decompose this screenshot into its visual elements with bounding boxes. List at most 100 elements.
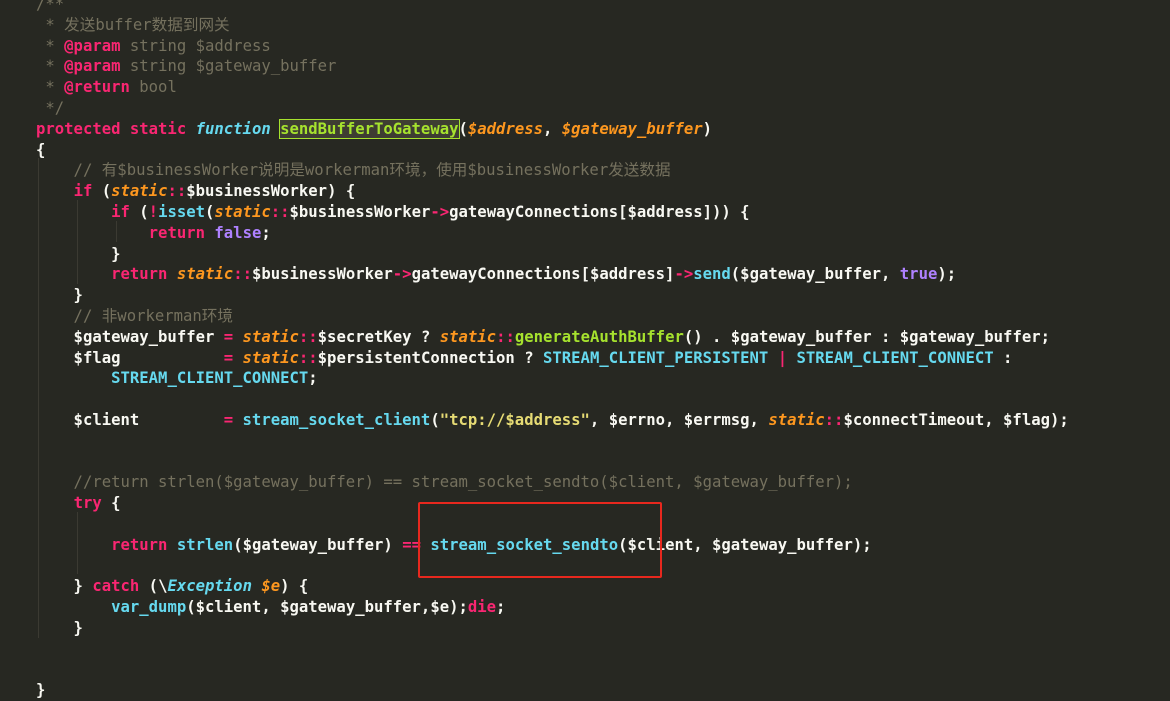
code-line: // 非workerman环境 — [36, 306, 233, 327]
code-token: die — [467, 598, 497, 617]
code-token: @param — [64, 57, 121, 76]
code-token: protected static — [36, 119, 196, 138]
code-token: $address — [467, 119, 543, 138]
code-token: catch — [92, 577, 140, 596]
code-token: ( — [430, 411, 440, 429]
code-line: */ — [36, 98, 64, 119]
code-token: $flag — [36, 348, 224, 367]
code-token: false — [214, 223, 262, 242]
code-token: :: — [298, 348, 318, 367]
code-token: ($client, $gateway_buffer,$e); — [186, 598, 468, 617]
code-token: ) { — [280, 577, 309, 596]
code-token: * 发送buffer数据到网关 — [36, 15, 230, 34]
code-token: } — [36, 286, 83, 305]
code-token: return — [111, 535, 168, 554]
code-token: STREAM_CLIENT_CONNECT — [796, 348, 994, 367]
code-token: , — [543, 119, 562, 138]
code-token: (\ — [139, 577, 168, 596]
code-token: static — [214, 203, 271, 221]
code-token: static — [768, 411, 825, 429]
code-token: @param — [64, 36, 121, 55]
code-token: @return — [64, 78, 130, 97]
code-token: } — [36, 577, 93, 596]
code-line: } catch (\Exception $e) { — [36, 576, 309, 597]
code-token: ) — [702, 119, 712, 138]
code-token: :: — [824, 411, 844, 429]
code-token: isset — [158, 203, 206, 221]
code-token: $businessWorker — [289, 203, 431, 221]
code-line: } — [36, 618, 83, 639]
code-token: "tcp://$address" — [439, 411, 590, 429]
code-token: ( — [205, 203, 215, 221]
code-line: var_dump($client, $gateway_buffer,$e);di… — [36, 597, 505, 618]
code-token: try — [73, 494, 102, 513]
code-token: var_dump — [111, 598, 187, 617]
code-token: gatewayConnections[$address])) { — [449, 203, 750, 221]
code-token: function — [195, 119, 271, 138]
code-editor[interactable]: /** * 发送buffer数据到网关 * @param string $add… — [0, 0, 1170, 699]
code-token: true — [899, 265, 938, 284]
code-token: ( — [92, 182, 112, 201]
code-token: ; — [496, 598, 506, 617]
code-line: * 发送buffer数据到网关 — [36, 15, 230, 36]
code-token: $secretKey ? — [317, 327, 440, 346]
code-token: static — [439, 327, 497, 346]
code-token: send — [693, 265, 731, 284]
code-token: $businessWorker) { — [186, 182, 356, 201]
code-token: string $address — [120, 36, 271, 55]
code-token: Exception — [167, 577, 252, 596]
code-line: } — [36, 680, 45, 701]
code-line: { — [36, 140, 45, 161]
code-token: { — [101, 494, 121, 513]
code-token: stream_socket_client — [242, 411, 431, 429]
code-token: ($gateway_buffer, — [730, 265, 900, 284]
code-token: static — [242, 348, 299, 367]
code-token: :: — [233, 265, 252, 284]
code-token: () . $gateway_buffer : $gateway_buffer; — [683, 327, 1051, 346]
code-token: = — [223, 327, 234, 346]
code-line: if (static::$businessWorker) { — [36, 181, 356, 202]
code-token: = — [223, 411, 234, 429]
code-line: protected static function sendBufferToGa… — [36, 118, 712, 140]
code-token: : — [993, 348, 1013, 367]
red-highlight-annotation — [418, 502, 662, 578]
code-token: return — [111, 265, 168, 284]
code-token: } — [36, 681, 46, 700]
code-token: :: — [298, 327, 318, 346]
code-token: return — [148, 223, 206, 242]
code-token: ); — [937, 265, 957, 284]
code-token: ; — [261, 223, 271, 242]
code-token: * — [36, 36, 65, 55]
code-token: ( — [129, 203, 149, 221]
code-token: $connectTimeout, $flag); — [843, 411, 1069, 429]
code-token: = — [223, 348, 234, 367]
code-line: try { — [36, 493, 121, 514]
code-line: //return strlen($gateway_buffer) == stre… — [36, 472, 853, 493]
code-token: | — [777, 348, 788, 367]
code-token: $gateway_buffer — [36, 327, 224, 346]
code-token: $e — [261, 577, 281, 596]
code-token: ; — [308, 369, 318, 388]
code-line: * @param string $gateway_buffer — [36, 56, 336, 77]
code-token: string $gateway_buffer — [120, 57, 337, 76]
code-line: * @return bool — [36, 77, 177, 98]
code-token: :: — [270, 203, 290, 221]
code-token: * — [36, 57, 65, 76]
code-token: bool — [129, 78, 177, 97]
code-line: $gateway_buffer = static::$secretKey ? s… — [36, 327, 1050, 348]
code-token: sendBufferToGateway — [279, 118, 460, 139]
code-token: gatewayConnections[$address] — [411, 265, 675, 284]
